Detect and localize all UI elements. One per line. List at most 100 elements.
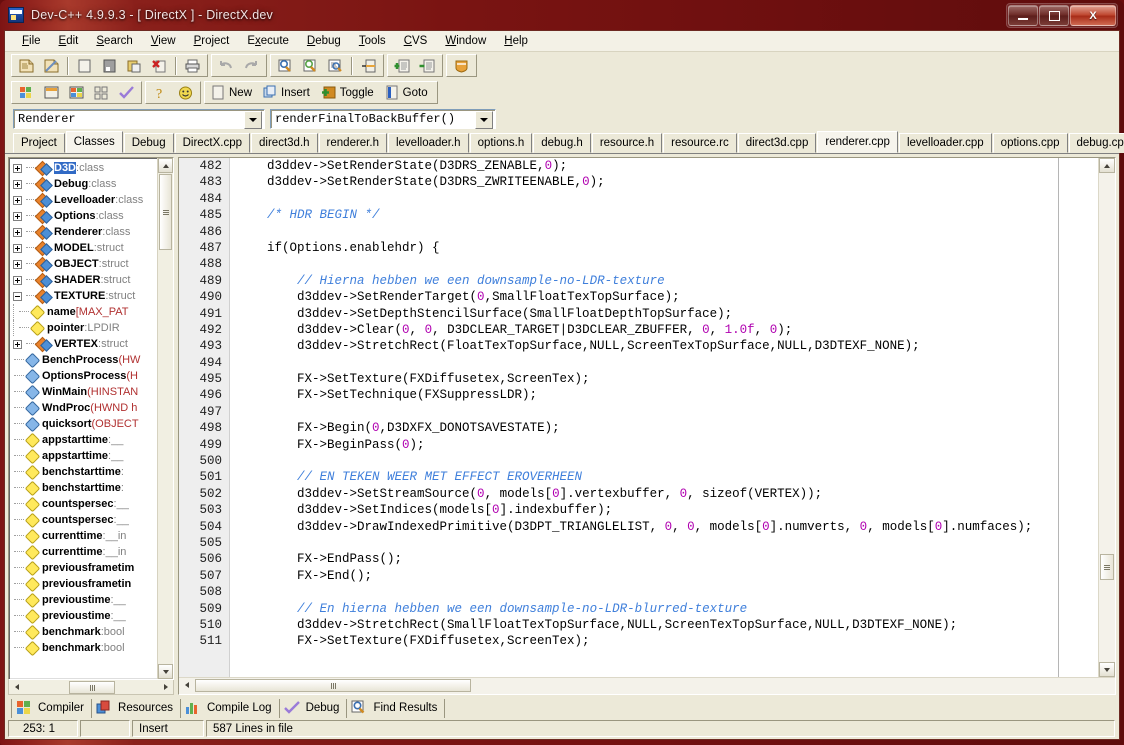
code-line[interactable]: FX->Begin(0,D3DXFX_DONOTSAVESTATE); (237, 420, 1098, 436)
tree-node[interactable]: BenchProcess(HW (9, 352, 158, 368)
tab-direct3d-cpp[interactable]: direct3d.cpp (738, 133, 817, 153)
tree-node[interactable]: D3D : class (9, 160, 158, 176)
expand-icon[interactable] (13, 228, 22, 237)
tree-node[interactable]: Options : class (9, 208, 158, 224)
tree-node[interactable]: appstarttime : __ (9, 432, 158, 448)
menu-file[interactable]: File (13, 33, 50, 49)
tree-node[interactable]: OBJECT : struct (9, 256, 158, 272)
tab-renderer-h[interactable]: renderer.h (319, 133, 387, 153)
tab-debug-cpp[interactable]: debug.cpp (1069, 133, 1124, 153)
code-line[interactable] (237, 404, 1098, 420)
code-line[interactable]: /* HDR BEGIN */ (237, 207, 1098, 223)
tree-node[interactable]: MODEL : struct (9, 240, 158, 256)
expand-icon[interactable] (13, 212, 22, 221)
scroll-left-button[interactable] (9, 681, 24, 694)
code-line[interactable]: if(Options.enablehdr) { (237, 240, 1098, 256)
class-browser-tree[interactable]: D3D : classDebug : classLevelloader : cl… (8, 157, 174, 680)
scroll-thumb-horizontal[interactable] (69, 681, 115, 694)
class-browser-hscrollbar[interactable] (8, 680, 174, 695)
tab-directx-cpp[interactable]: DirectX.cpp (175, 133, 250, 153)
tab-levelloader-h[interactable]: levelloader.h (388, 133, 469, 153)
menu-window[interactable]: Window (436, 33, 495, 49)
scroll-thumb[interactable] (159, 174, 172, 250)
help-icon[interactable]: ? (149, 82, 172, 103)
expand-icon[interactable] (13, 340, 22, 349)
tree-node[interactable]: Renderer : class (9, 224, 158, 240)
tab-options-h[interactable]: options.h (470, 133, 533, 153)
tree-node[interactable]: VERTEX : struct (9, 336, 158, 352)
chevron-down-icon[interactable] (475, 111, 493, 129)
code-line[interactable] (237, 191, 1098, 207)
code-line[interactable]: d3ddev->SetRenderState(D3DRS_ZWRITEENABL… (237, 174, 1098, 190)
scroll-down-button[interactable] (158, 664, 173, 679)
tree-node[interactable]: currenttime : __in (9, 528, 158, 544)
close-file-icon[interactable] (148, 55, 171, 76)
tree-node[interactable]: previousframetim (9, 560, 158, 576)
tree-node[interactable]: OptionsProcess(H (9, 368, 158, 384)
tab-levelloader-cpp[interactable]: levelloader.cpp (899, 133, 992, 153)
code-line[interactable] (237, 584, 1098, 600)
tab-project[interactable]: Project (13, 133, 65, 153)
tree-node[interactable]: benchmark : bool (9, 640, 158, 656)
about-icon[interactable] (174, 82, 197, 103)
code-line[interactable]: FX->SetTexture(FXDiffusetex,ScreenTex); (237, 371, 1098, 387)
minimize-button[interactable] (1008, 5, 1038, 26)
tree-node[interactable]: name[MAX_PAT (9, 304, 158, 320)
tree-node[interactable]: WndProc(HWND h (9, 400, 158, 416)
bottom-tab-compiler[interactable]: Compiler (11, 699, 92, 718)
syntax-check-icon[interactable] (115, 82, 138, 103)
code-line[interactable]: d3ddev->StretchRect(SmallFloatTexTopSurf… (237, 617, 1098, 633)
scroll-left-button[interactable] (179, 678, 194, 692)
tree-node[interactable]: benchstarttime : (9, 464, 158, 480)
code-line[interactable]: d3ddev->SetRenderState(D3DRS_ZENABLE,0); (237, 158, 1098, 174)
save-as-icon[interactable] (123, 55, 146, 76)
code-line[interactable]: d3ddev->DrawIndexedPrimitive(D3DPT_TRIAN… (237, 519, 1098, 535)
code-line[interactable]: d3ddev->SetStreamSource(0, models[0].ver… (237, 486, 1098, 502)
code-line[interactable]: d3ddev->Clear(0, 0, D3DCLEAR_TARGET|D3DC… (237, 322, 1098, 338)
code-line[interactable]: FX->BeginPass(0); (237, 437, 1098, 453)
tab-classes[interactable]: Classes (66, 131, 123, 153)
class-browser-vscrollbar[interactable] (157, 158, 173, 679)
tree-node[interactable]: benchmark : bool (9, 624, 158, 640)
function-combo[interactable]: renderFinalToBackBuffer() (270, 109, 496, 129)
tab-options-cpp[interactable]: options.cpp (993, 133, 1068, 153)
shield-icon[interactable] (450, 55, 473, 76)
redo-icon[interactable] (240, 55, 263, 76)
expand-icon[interactable] (13, 276, 22, 285)
bottom-tab-find-results[interactable]: Find Results (347, 699, 445, 718)
code-line[interactable]: FX->SetTexture(FXDiffusetex,ScreenTex); (237, 633, 1098, 649)
find-icon[interactable] (274, 55, 297, 76)
replace-icon[interactable] (324, 55, 347, 76)
bottom-tab-compile-log[interactable]: Compile Log (181, 699, 280, 718)
menu-view[interactable]: View (142, 33, 185, 49)
tab-renderer-cpp[interactable]: renderer.cpp (817, 131, 898, 153)
tree-node[interactable]: pointer : LPDIR (9, 320, 158, 336)
class-combo[interactable]: Renderer (13, 109, 265, 129)
expand-icon[interactable] (13, 180, 22, 189)
tree-node[interactable]: previousframetin (9, 576, 158, 592)
tree-node[interactable]: SHADER : struct (9, 272, 158, 288)
menu-edit[interactable]: Edit (50, 33, 88, 49)
code-line[interactable]: FX->EndPass(); (237, 551, 1098, 567)
menu-debug[interactable]: Debug (298, 33, 350, 49)
tab-resource-h[interactable]: resource.h (592, 133, 662, 153)
menu-execute[interactable]: Execute (238, 33, 298, 49)
scroll-down-button[interactable] (1099, 662, 1115, 677)
tree-node[interactable]: Levelloader : class (9, 192, 158, 208)
print-icon[interactable] (181, 55, 204, 76)
tab-debug[interactable]: Debug (124, 133, 174, 153)
code-line[interactable] (237, 453, 1098, 469)
new-file-icon[interactable] (15, 55, 38, 76)
code-text[interactable]: d3ddev->SetRenderState(D3DRS_ZENABLE,0);… (237, 158, 1098, 677)
tree-node[interactable]: WinMain(HINSTAN (9, 384, 158, 400)
expand-icon[interactable] (13, 260, 22, 269)
save-all-icon[interactable] (98, 55, 121, 76)
code-line[interactable]: // EN TEKEN WEER MET EFFECT EROVERHEEN (237, 469, 1098, 485)
insert-button[interactable]: Insert (260, 82, 316, 103)
code-line[interactable] (237, 256, 1098, 272)
scroll-up-button[interactable] (1099, 158, 1115, 173)
tree-node[interactable]: countspersec : __ (9, 512, 158, 528)
goto-button[interactable]: Goto (382, 82, 434, 103)
tree-node[interactable]: countspersec : __ (9, 496, 158, 512)
bottom-tab-resources[interactable]: Resources (92, 699, 181, 718)
